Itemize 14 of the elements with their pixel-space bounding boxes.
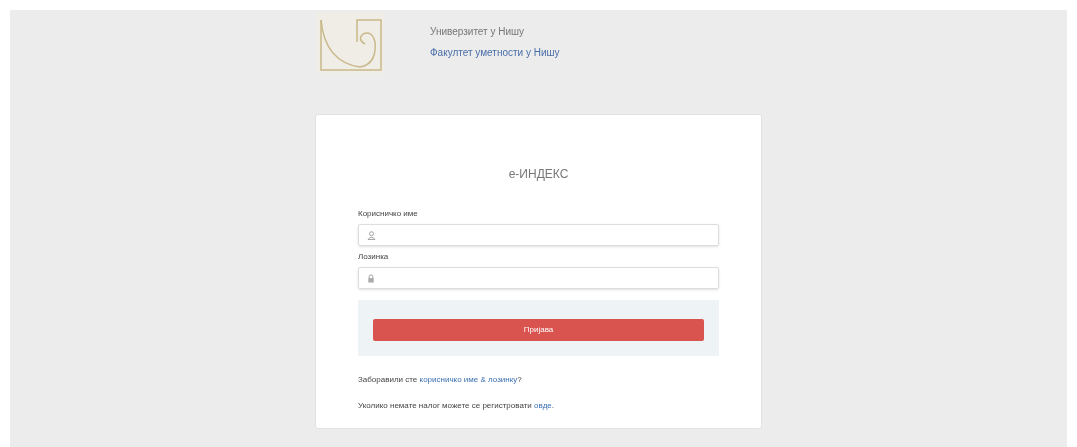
input-field[interactable] xyxy=(358,224,719,246)
faculty-link[interactable]: Факултет уметности у Нишу xyxy=(430,45,560,60)
login-button[interactable]: Пријава xyxy=(373,319,704,341)
input-field[interactable] xyxy=(358,267,719,289)
university-name: Универзитет у Нишу xyxy=(430,25,526,39)
text-link[interactable]: корисничко име & лозинку xyxy=(419,375,518,384)
lock-icon xyxy=(367,273,375,283)
field-label: Лозинка xyxy=(358,251,390,263)
user-icon xyxy=(367,230,376,240)
forgot-text: Заборавили сте корисничко име & лозинку? xyxy=(358,374,523,386)
login-title: е-ИНДЕКС xyxy=(507,166,570,183)
field-label: Корисничко име xyxy=(358,208,419,220)
text-link[interactable]: овде xyxy=(534,401,552,410)
register-text: Уколико немате налог можете се регистровати овде. xyxy=(358,400,555,412)
